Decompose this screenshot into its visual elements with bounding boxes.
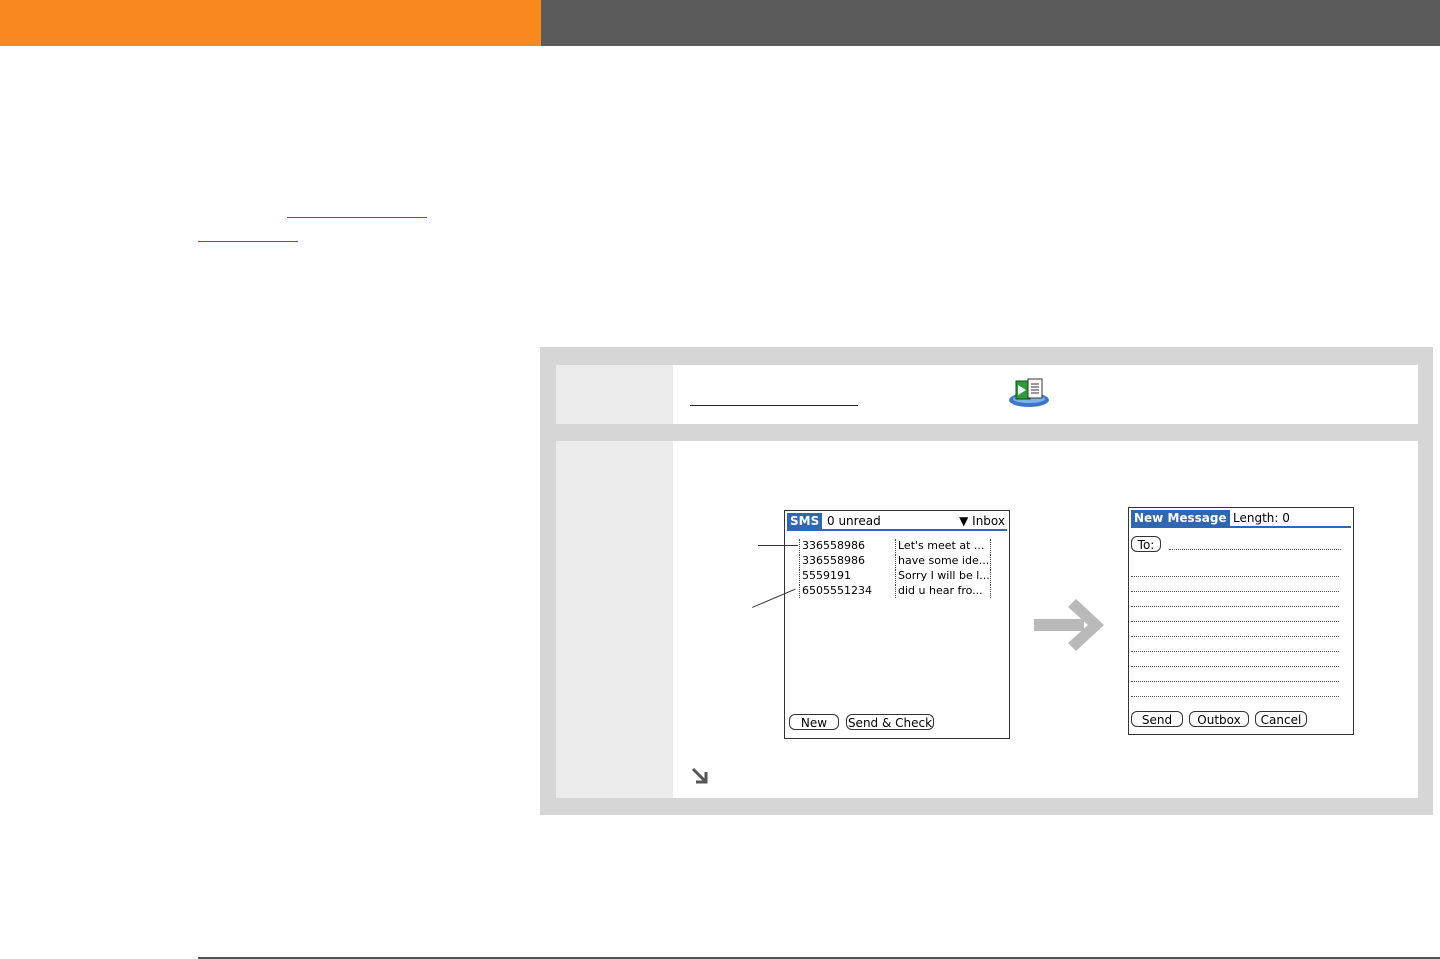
length-indicator: Length: 0 xyxy=(1233,511,1290,525)
message-preview: Sorry I will be l... xyxy=(895,569,991,583)
outbox-button[interactable]: Outbox xyxy=(1189,711,1249,727)
message-preview: did u hear fro... xyxy=(895,584,991,598)
message-sender: 6505551234 xyxy=(799,584,886,598)
cancel-button[interactable]: Cancel xyxy=(1255,711,1307,727)
sms-title-bar: SMS 0 unread ▼ Inbox xyxy=(787,513,1007,531)
continue-arrow-icon xyxy=(691,767,708,784)
message-sender: 5559191 xyxy=(799,569,886,583)
sidebar-link-2[interactable] xyxy=(198,241,298,242)
message-sender: 336558986 xyxy=(799,539,886,553)
to-field[interactable] xyxy=(1169,549,1341,550)
step-1-number-cell xyxy=(556,365,673,424)
send-check-button[interactable]: Send & Check xyxy=(846,714,934,730)
unread-count: 0 unread xyxy=(827,514,881,528)
step-1-link[interactable] xyxy=(690,405,858,406)
message-preview: have some ide... xyxy=(895,554,991,568)
folder-label: Inbox xyxy=(972,514,1005,528)
sidebar-link-1[interactable] xyxy=(287,217,427,218)
new-message-tab: New Message xyxy=(1131,510,1230,526)
message-sender: 336558986 xyxy=(799,554,886,568)
new-message-screen: New Message Length: 0 To: Send Outbox Ca… xyxy=(1128,507,1354,735)
step-2-number-cell xyxy=(556,441,673,798)
sms-application-icon[interactable] xyxy=(1008,378,1050,408)
chevron-down-icon: ▼ xyxy=(959,514,969,528)
new-button[interactable]: New xyxy=(789,714,839,730)
header-bar xyxy=(541,0,1440,46)
new-message-title-bar: New Message Length: 0 xyxy=(1131,510,1351,528)
folder-picker[interactable]: ▼ Inbox xyxy=(959,513,1005,529)
header-accent-bar xyxy=(0,0,541,46)
send-button[interactable]: Send xyxy=(1131,711,1183,727)
to-button[interactable]: To: xyxy=(1131,536,1161,552)
sms-tab: SMS xyxy=(787,513,823,529)
sms-inbox-screen: SMS 0 unread ▼ Inbox 336558986 Let's mee… xyxy=(784,510,1010,739)
message-preview: Let's meet at ... xyxy=(895,539,991,553)
callout-line-1 xyxy=(758,545,798,546)
right-arrow-icon xyxy=(1034,599,1104,651)
